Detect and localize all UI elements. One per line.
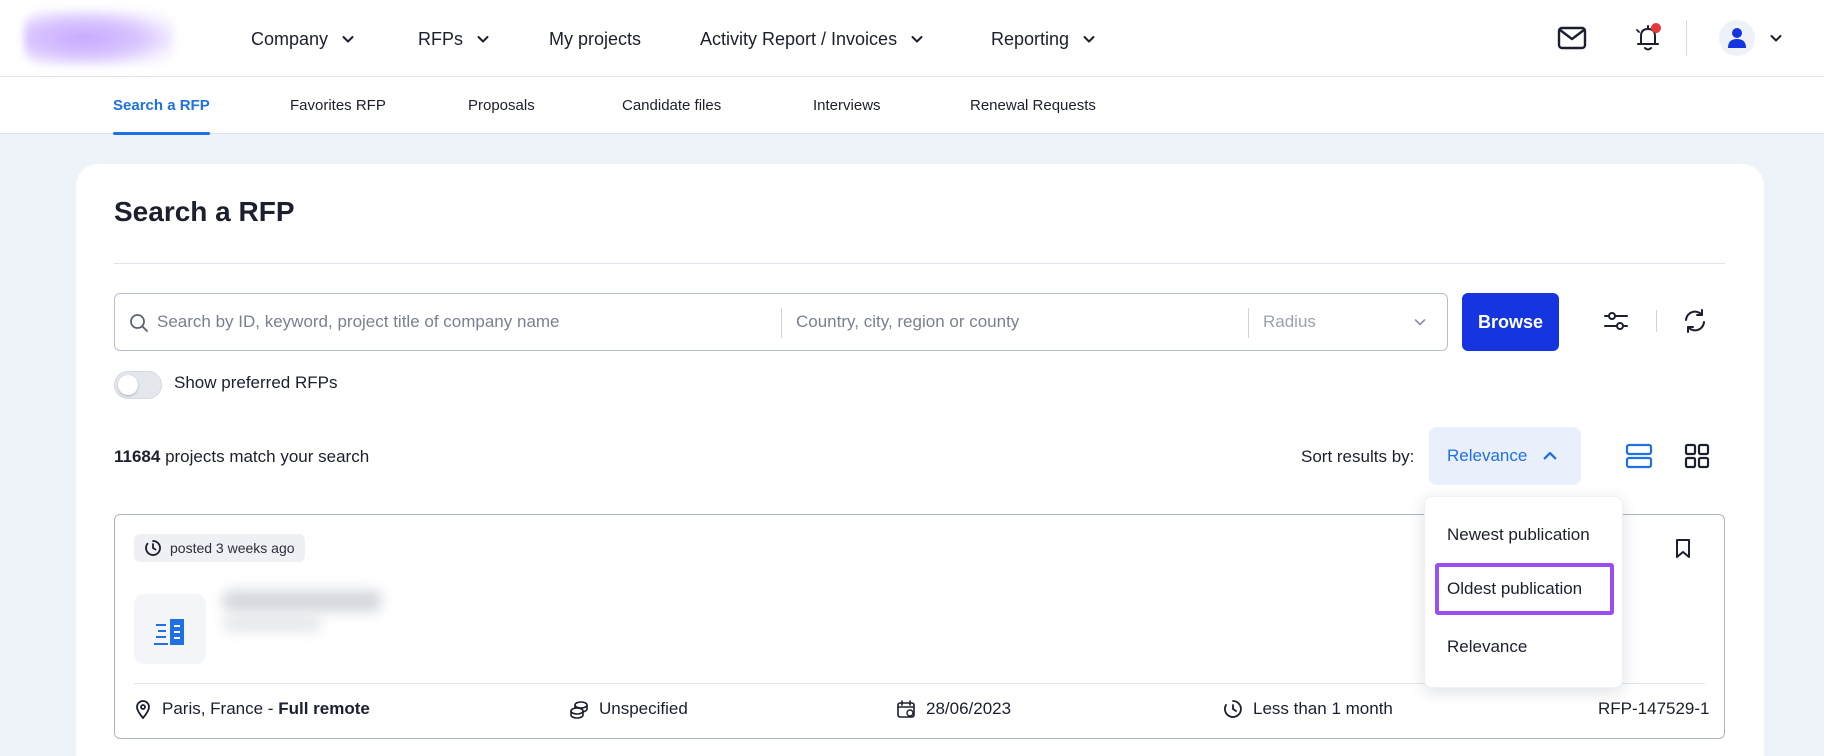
keyword-search-input[interactable] — [157, 295, 777, 349]
preferred-rfps-toggle[interactable] — [114, 371, 162, 399]
posted-badge: posted 3 weeks ago — [134, 534, 305, 562]
chevron-down-icon — [1770, 35, 1782, 42]
coins-icon — [570, 701, 588, 719]
toggle-knob — [118, 375, 138, 395]
divider — [1686, 20, 1687, 56]
tab-candidate-files[interactable]: Candidate files — [622, 77, 721, 134]
listing-date: 28/06/2023 — [896, 698, 1011, 720]
filters-button[interactable] — [1603, 308, 1629, 334]
chevron-down-icon — [342, 36, 354, 43]
avatar[interactable] — [1719, 20, 1755, 56]
list-view-icon — [1625, 443, 1653, 469]
tab-renewal-requests[interactable]: Renewal Requests — [970, 77, 1096, 134]
preferred-rfps-label: Show preferred RFPs — [174, 373, 338, 392]
posted-text: posted 3 weeks ago — [170, 540, 295, 556]
listing-budget: Unspecified — [569, 698, 688, 720]
results-count: 11684 projects match your search — [114, 447, 369, 467]
results-count-suffix: projects match your search — [160, 447, 370, 466]
refresh-icon — [1685, 309, 1705, 333]
chevron-down-icon — [911, 36, 923, 43]
nav-my-projects-label: My projects — [549, 28, 642, 49]
date-text: 28/06/2023 — [926, 699, 1012, 718]
company-name-redacted — [222, 590, 382, 612]
nav-company-label: Company — [251, 28, 329, 49]
sort-label: Sort results by: — [1301, 447, 1415, 466]
nav-company[interactable]: Company — [251, 26, 354, 52]
grid-view-icon — [1684, 443, 1710, 469]
tab-search-rfp[interactable]: Search a RFP — [113, 77, 210, 135]
reset-search-button[interactable] — [1682, 308, 1708, 334]
divider — [781, 308, 782, 338]
company-avatar — [134, 594, 206, 664]
divider — [114, 263, 1725, 264]
calendar-icon — [897, 700, 915, 718]
divider — [1248, 308, 1249, 338]
nav-activity-report[interactable]: Activity Report / Invoices — [700, 26, 923, 52]
notifications-button[interactable] — [1634, 22, 1664, 54]
bookmark-icon — [1676, 539, 1690, 558]
radius-placeholder: Radius — [1263, 312, 1316, 331]
nav-activity-report-label: Activity Report / Invoices — [700, 28, 898, 49]
sort-dropdown-menu: Newest publication Oldest publication Re… — [1424, 496, 1623, 688]
remote-text: Full remote — [278, 699, 370, 718]
location-input[interactable] — [796, 295, 1246, 349]
chevron-up-icon — [1543, 451, 1557, 460]
nav-my-projects[interactable]: My projects — [549, 26, 641, 52]
chevron-down-icon — [477, 36, 489, 43]
company-subtitle-redacted — [222, 616, 322, 632]
chevron-down-icon — [1414, 319, 1426, 326]
nav-reporting-label: Reporting — [991, 28, 1070, 49]
location-text: Paris, France - — [162, 699, 279, 718]
list-view-button[interactable] — [1624, 441, 1654, 471]
sort-select[interactable]: Relevance — [1429, 427, 1581, 485]
tab-interviews[interactable]: Interviews — [813, 77, 881, 134]
listing-location: Paris, France - Full remote — [134, 698, 370, 720]
duration-text: Less than 1 month — [1253, 699, 1393, 718]
mail-icon — [1557, 26, 1587, 50]
sort-value: Relevance — [1447, 446, 1528, 465]
top-navigation: Company RFPs My projects Activity Report… — [0, 0, 1824, 77]
browse-button[interactable]: Browse — [1462, 293, 1559, 351]
sort-option-oldest[interactable]: Oldest publication — [1435, 563, 1614, 615]
radius-select[interactable]: Radius — [1263, 295, 1448, 349]
notification-dot — [1651, 23, 1661, 33]
search-bar: Radius — [114, 293, 1448, 351]
sort-option-relevance[interactable]: Relevance — [1435, 621, 1614, 673]
duration-icon — [1224, 700, 1242, 718]
search-icon — [130, 314, 148, 332]
listing-duration: Less than 1 month — [1223, 698, 1393, 720]
nav-rfps-label: RFPs — [418, 28, 463, 49]
account-menu-toggle[interactable] — [1768, 30, 1784, 46]
bookmark-button[interactable] — [1674, 538, 1692, 565]
results-count-number: 11684 — [114, 447, 161, 466]
clock-icon — [145, 540, 161, 556]
budget-text: Unspecified — [599, 699, 688, 718]
bell-icon — [1636, 23, 1661, 51]
messages-button[interactable] — [1557, 24, 1587, 52]
grid-view-button[interactable] — [1682, 441, 1712, 471]
user-icon — [1728, 28, 1746, 48]
nav-reporting[interactable]: Reporting — [991, 26, 1095, 52]
building-icon — [154, 619, 184, 645]
location-pin-icon — [136, 700, 150, 719]
sort-option-newest[interactable]: Newest publication — [1435, 509, 1614, 561]
sub-navigation: Search a RFP Favorites RFP Proposals Can… — [0, 77, 1824, 135]
tab-proposals[interactable]: Proposals — [468, 77, 535, 134]
page-title: Search a RFP — [114, 196, 295, 227]
divider — [1656, 310, 1657, 332]
tab-favorites-rfp[interactable]: Favorites RFP — [290, 77, 386, 134]
nav-rfps[interactable]: RFPs — [418, 26, 489, 52]
company-logo[interactable] — [24, 10, 174, 66]
sliders-icon — [1604, 312, 1628, 330]
chevron-down-icon — [1083, 36, 1095, 43]
rfp-reference: RFP-147529-1 — [1598, 699, 1710, 718]
